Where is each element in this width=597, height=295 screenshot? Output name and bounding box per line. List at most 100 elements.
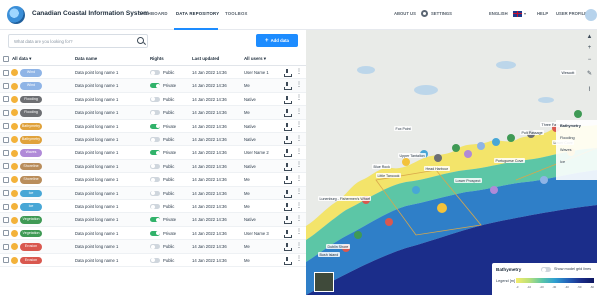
map-pin-icon[interactable] [11,189,18,197]
data-name-cell[interactable]: Data point long name 1 [75,164,118,169]
more-options-icon[interactable]: ⋮ [296,82,302,88]
rights-toggle[interactable] [150,163,160,169]
more-options-icon[interactable]: ⋮ [296,95,302,101]
row-checkbox[interactable] [3,69,9,76]
download-icon[interactable] [284,109,292,118]
row-checkbox[interactable] [3,203,9,210]
map-pin-icon[interactable] [11,82,18,90]
avatar[interactable] [585,9,597,21]
download-icon[interactable] [284,176,292,185]
table-row[interactable]: Bathymetry Data point long name 1 Private 1… [0,120,306,133]
map-pin-icon[interactable] [11,216,18,224]
data-name-cell[interactable]: Data point long name 1 [75,177,118,182]
more-options-icon[interactable]: ⋮ [296,176,302,182]
data-name-cell[interactable]: Data point long name 1 [75,217,118,222]
map-pin-icon[interactable] [11,229,18,237]
download-icon[interactable] [284,82,292,91]
data-name-cell[interactable]: Data point long name 1 [75,70,118,75]
row-checkbox[interactable] [3,136,9,143]
north-arrow-icon[interactable]: ▲ [585,33,594,42]
data-name-cell[interactable]: Data point long name 1 [75,258,118,263]
row-checkbox[interactable] [3,109,9,116]
more-options-icon[interactable]: ⋮ [296,203,302,209]
table-row[interactable]: Vegetation Data point long name 1 Private 1… [0,227,306,241]
search-input[interactable]: What data are you looking for? [8,34,148,48]
download-icon[interactable] [284,216,292,225]
more-options-icon[interactable]: ⋮ [296,136,302,142]
row-checkbox[interactable] [3,230,9,237]
download-icon[interactable] [284,256,292,265]
more-options-icon[interactable]: ⋮ [296,109,302,115]
map-pin-icon[interactable] [11,203,18,211]
data-name-cell[interactable]: Data point long name 1 [75,204,118,209]
gear-icon[interactable] [421,10,428,17]
map-pin-icon[interactable] [11,149,18,157]
about-us-link[interactable]: ABOUT US [394,11,416,16]
map-pin-icon[interactable] [11,162,18,170]
table-row[interactable]: Erosion Data point long name 1 Public 14 Ja… [0,240,306,254]
all-users-filter[interactable]: All users ▾ [244,56,266,62]
map-pin-icon[interactable] [11,256,18,264]
rights-toggle[interactable] [150,257,160,263]
row-checkbox[interactable] [3,257,9,264]
settings-link[interactable]: SETTINGS [431,11,452,16]
data-name-cell[interactable]: Data point long name 1 [75,150,118,155]
all-data-filter[interactable]: All data ▾ [12,56,31,62]
basemap-thumbnail[interactable] [314,272,334,292]
more-options-icon[interactable]: ⋮ [296,162,302,168]
row-checkbox[interactable] [3,190,9,197]
zoom-in-button[interactable]: + [585,44,594,53]
zoom-out-button[interactable]: − [585,56,594,65]
grid-lines-toggle[interactable] [541,267,551,272]
rights-toggle[interactable] [150,96,160,102]
row-checkbox[interactable] [3,163,9,170]
more-options-icon[interactable]: ⋮ [296,243,302,249]
tab-dashboard[interactable]: DASHBOARD [138,11,168,16]
download-icon[interactable] [284,243,292,252]
rights-toggle[interactable] [150,190,160,196]
table-row[interactable]: Shoreline Data point long name 1 Public 14 … [0,173,306,187]
table-row[interactable]: Vegetation Data point long name 1 Private 1… [0,213,306,227]
app-logo[interactable] [7,6,25,24]
download-icon[interactable] [284,149,292,158]
rights-toggle[interactable] [150,70,160,75]
rights-toggle[interactable] [150,150,160,156]
download-icon[interactable] [284,162,292,171]
rights-toggle[interactable] [150,177,160,183]
row-checkbox[interactable] [3,243,9,250]
table-row[interactable]: Shoreline Data point long name 1 Public 14 … [0,159,306,174]
download-icon[interactable] [284,69,292,77]
layer-ice[interactable]: Ice [560,160,565,164]
table-row[interactable]: Flooding Data point long name 1 Public 14 J… [0,106,306,120]
table-row[interactable]: Flooding Data point long name 1 Public 14 J… [0,93,306,107]
map-pin-icon[interactable] [11,95,18,103]
table-row[interactable]: Wind Data point long name 1 Public 14 Jan 2… [0,66,306,80]
column-rights[interactable]: Rights [150,56,164,61]
column-data-name[interactable]: Data name [75,56,97,61]
rights-toggle[interactable] [150,204,160,209]
pencil-icon[interactable]: ✎ [585,70,594,79]
rights-toggle[interactable] [150,137,160,142]
table-row[interactable]: Wind Data point long name 1 Private 14 Jan … [0,79,306,93]
table-row[interactable]: Erosion Data point long name 1 Public 14 Ja… [0,254,306,267]
search-icon[interactable] [137,37,144,44]
more-options-icon[interactable]: ⋮ [296,256,302,262]
map-view[interactable]: Fox Point Blue Rock Upper Tantallon Head… [306,30,597,295]
more-options-icon[interactable]: ⋮ [296,216,302,222]
rights-toggle[interactable] [150,83,160,89]
more-options-icon[interactable]: ⋮ [296,149,302,155]
rights-toggle[interactable] [150,110,160,116]
map-pin-icon[interactable] [11,109,18,117]
table-row[interactable]: Ice Data point long name 1 Public 14 Jan 20… [0,200,306,214]
download-icon[interactable] [284,95,292,104]
select-all-checkbox[interactable] [3,56,9,62]
data-name-cell[interactable]: Data point long name 1 [75,124,118,129]
more-options-icon[interactable]: ⋮ [296,69,302,75]
tab-toolbox[interactable]: TOOLBOX [225,11,248,16]
rights-toggle[interactable] [150,230,160,236]
row-checkbox[interactable] [3,217,9,224]
more-options-icon[interactable]: ⋮ [296,229,302,235]
row-checkbox[interactable] [3,96,9,103]
row-checkbox[interactable] [3,123,9,130]
rights-toggle[interactable] [150,123,160,129]
